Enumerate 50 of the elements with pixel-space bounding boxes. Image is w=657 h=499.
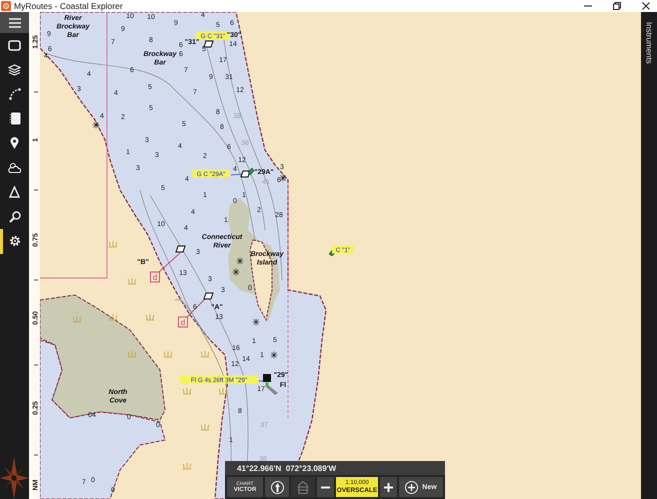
marsh-icon xyxy=(218,388,228,394)
layers-icon xyxy=(8,64,21,76)
rock-icon xyxy=(279,174,287,182)
marsh-icon xyxy=(108,240,118,248)
boat-icon xyxy=(297,480,309,494)
range-marker: d xyxy=(178,316,188,328)
square-icon xyxy=(8,40,21,51)
rock-icon xyxy=(232,268,240,276)
rock-icon xyxy=(92,121,100,129)
marsh-icon xyxy=(182,462,192,470)
restore-icon[interactable] xyxy=(613,2,621,10)
marsh-icon xyxy=(200,350,210,358)
plus-circle-icon xyxy=(405,480,418,494)
pin-icon xyxy=(10,137,19,150)
leader-line xyxy=(230,174,244,176)
window-title: MyRoutes - Coastal Explorer xyxy=(14,1,123,11)
notebook-icon xyxy=(8,112,20,126)
weather-icon xyxy=(8,162,21,174)
zoom-in-button[interactable] xyxy=(380,477,397,497)
nautical-chart[interactable] xyxy=(40,12,641,499)
buoy-icon xyxy=(248,168,254,176)
daybeacon-icon xyxy=(203,292,214,300)
menu-button[interactable] xyxy=(0,12,29,33)
route-icon xyxy=(8,88,20,100)
close-icon[interactable] xyxy=(642,2,650,10)
north-up-button[interactable] xyxy=(265,477,289,497)
marsh-icon xyxy=(128,350,136,358)
rock-icon xyxy=(270,351,278,359)
menu-icon xyxy=(8,18,20,28)
marsh-icon xyxy=(108,314,118,320)
plus-icon xyxy=(384,482,393,492)
rock-icon xyxy=(252,318,260,326)
range-marker: d xyxy=(150,272,160,282)
range-line xyxy=(158,252,180,272)
instruments-tab[interactable]: Instruments xyxy=(644,22,654,64)
settings-icon xyxy=(8,235,20,248)
marsh-icon xyxy=(72,316,82,322)
marsh-icon xyxy=(128,278,136,284)
rock-icon xyxy=(236,257,244,265)
cursor-coordinates: 41°22.966'N 072°23.089'W xyxy=(225,461,445,475)
search-icon xyxy=(8,210,20,223)
minus-icon xyxy=(321,486,330,488)
arrow-up-icon xyxy=(270,480,284,494)
marsh-icon xyxy=(164,350,172,358)
triangle-icon xyxy=(9,186,20,198)
marsh-icon xyxy=(200,424,210,430)
zoom-out-button[interactable] xyxy=(317,477,334,497)
daybeacon-icon xyxy=(175,246,186,252)
marsh-icon xyxy=(146,314,154,320)
marsh-icon xyxy=(182,388,192,394)
